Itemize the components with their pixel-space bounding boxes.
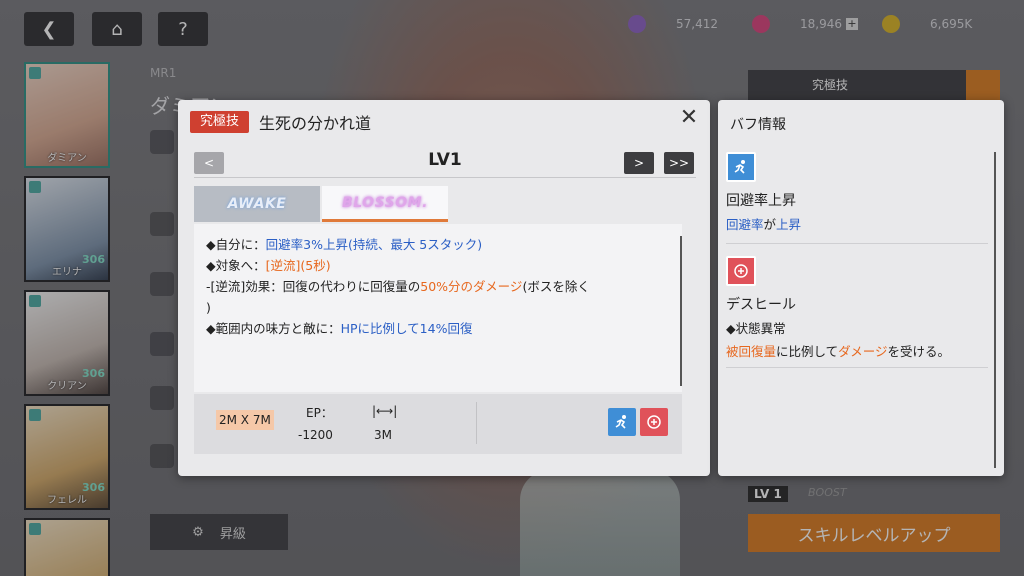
ep-label: EP： xyxy=(306,406,333,420)
ep-value: -1200 xyxy=(298,428,333,442)
next-level-button[interactable]: > xyxy=(624,152,654,174)
buff-subtype: ◆状態異常 xyxy=(726,321,786,336)
distance-value: 3M xyxy=(374,428,392,442)
description-scrollbar[interactable] xyxy=(680,236,682,386)
ultimate-badge: 究極技 xyxy=(190,111,250,133)
tab-awake[interactable]: AWAKE xyxy=(194,186,320,222)
buff-panel-title: バフ情報 xyxy=(730,117,786,133)
buff-desc: 回避率が上昇 xyxy=(726,217,802,232)
range-value: 2M X 7M xyxy=(216,410,274,430)
tab-blossom[interactable]: BLOSSOM. xyxy=(322,186,448,222)
level-text: LV1 xyxy=(428,150,462,170)
close-icon: ✕ xyxy=(679,105,699,130)
max-level-button[interactable]: >> xyxy=(664,152,694,174)
desc-line: ◆自分に：回避率3%上昇(持続、最大 5スタック) xyxy=(206,237,483,252)
evasion-buff-icon[interactable] xyxy=(608,408,636,436)
buff-item: デスヒール ◆状態異常 被回復量に比例してダメージを受ける。 xyxy=(726,256,988,368)
skill-stats: 2M X 7M EP： -1200 |⟷| 3M xyxy=(194,394,682,454)
skill-description: ◆自分に：回避率3%上昇(持続、最大 5スタック) ◆対象へ：[逆流](5秒) … xyxy=(194,224,682,392)
skill-title: 生死の分かれ道 xyxy=(259,114,372,133)
buff-name: デスヒール xyxy=(726,297,796,313)
close-button[interactable]: ✕ xyxy=(678,105,700,130)
buff-name: 回避率上昇 xyxy=(726,193,796,209)
desc-line: ) xyxy=(206,300,211,315)
dialog-header: 究極技 生死の分かれ道 xyxy=(190,110,371,134)
desc-line: -[逆流]効果：回復の代わりに回復量の50%分のダメージ(ボスを除く xyxy=(206,279,590,294)
level-bar: < LV1 > >> xyxy=(194,150,696,178)
death-heal-debuff-icon[interactable] xyxy=(640,408,668,436)
buff-panel-scrollbar[interactable] xyxy=(994,152,996,468)
buff-info-panel: バフ情報 回避率上昇 回避率が上昇 デスヒール ◆状態異常 被回復量に比例してダ… xyxy=(718,100,1004,476)
evasion-up-icon xyxy=(726,152,756,182)
desc-line: ◆範囲内の味方と敵に：HPに比例して14%回復 xyxy=(206,321,473,336)
distance-icon: |⟷| xyxy=(372,404,398,418)
buff-desc: 被回復量に比例してダメージを受ける。 xyxy=(726,344,951,359)
skill-detail-dialog: 究極技 生死の分かれ道 ✕ < LV1 > >> AWAKE BLOSSOM. … xyxy=(178,100,710,476)
divider xyxy=(476,402,477,444)
desc-line: ◆対象へ：[逆流](5秒) xyxy=(206,258,331,273)
buff-item: 回避率上昇 回避率が上昇 xyxy=(726,152,988,244)
death-heal-icon xyxy=(726,256,756,286)
